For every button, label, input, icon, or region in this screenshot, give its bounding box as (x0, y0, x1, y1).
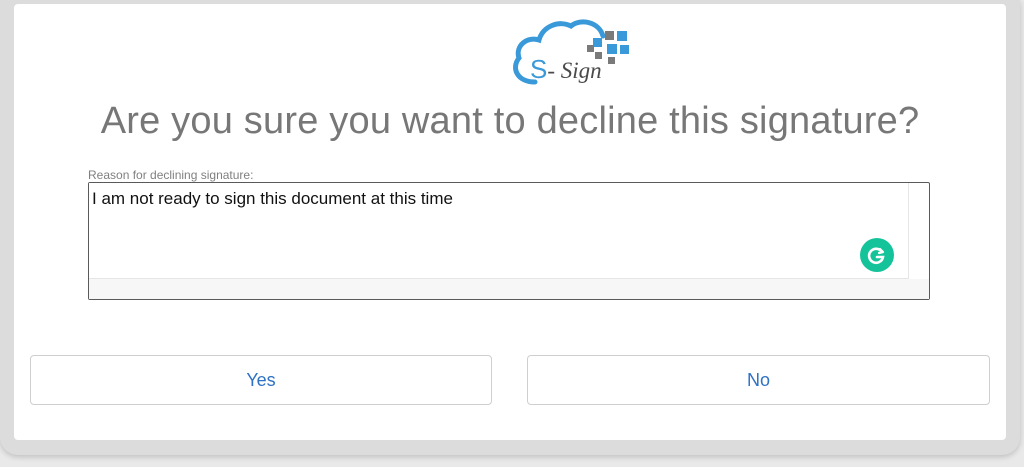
s-sign-logo: S- Sign (509, 12, 643, 88)
reason-field-container: I am not ready to sign this document at … (88, 182, 930, 300)
logo-wordmark-suffix: - Sign (547, 58, 602, 83)
no-button[interactable]: No (527, 355, 990, 405)
grammarly-g-icon (867, 247, 885, 265)
reason-textarea[interactable]: I am not ready to sign this document at … (89, 183, 909, 279)
window-frame: S- Sign Are you sure you want to decline… (0, 0, 1020, 455)
reason-label: Reason for declining signature: (88, 168, 254, 182)
logo-wordmark: S- Sign (530, 54, 602, 85)
logo-wordmark-prefix: S (530, 54, 548, 84)
decline-signature-dialog: S- Sign Are you sure you want to decline… (14, 4, 1006, 440)
grammarly-icon[interactable] (860, 238, 894, 272)
yes-button[interactable]: Yes (30, 355, 492, 405)
reason-field-footer (89, 279, 929, 299)
dialog-title: Are you sure you want to decline this si… (100, 100, 920, 142)
